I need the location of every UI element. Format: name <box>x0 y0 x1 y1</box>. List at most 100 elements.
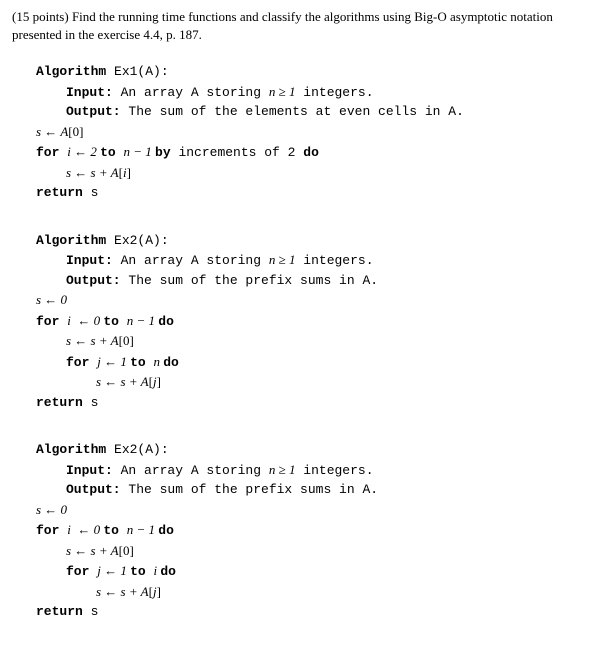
algorithm-ex1: Algorithm Ex1(A): Input: An array A stor… <box>36 62 602 203</box>
for-keyword: for <box>36 523 67 538</box>
input-line: Input: An array A storing n ≥ 1 integers… <box>66 460 602 481</box>
code-line-2: for i ← 2 to n − 1 by increments of 2 do <box>36 142 602 163</box>
return-keyword: return <box>36 185 83 200</box>
output-text: The sum of the prefix sums in A. <box>121 482 378 497</box>
input-keyword: Input: <box>66 463 113 478</box>
algorithm-name: Ex2(A): <box>106 233 168 248</box>
loop-arrow: ← 2 <box>71 144 100 159</box>
output-text: The sum of the prefix sums in A. <box>121 273 378 288</box>
code-math: s ← s + A <box>66 333 119 348</box>
code-math: s ← s + A <box>96 374 149 389</box>
input-keyword: Input: <box>66 85 113 100</box>
for-keyword: for <box>66 564 97 579</box>
input-text: An array A storing <box>113 253 269 268</box>
algorithm-name: Ex2(A): <box>106 442 168 457</box>
to-keyword: to <box>103 523 126 538</box>
loop-end: n − 1 <box>127 313 159 328</box>
code-line-3: s ← s + A[0] <box>66 541 602 562</box>
loop-arrow: ← 1 <box>101 563 130 578</box>
code-math: s ← 0 <box>36 292 67 307</box>
output-keyword: Output: <box>66 482 121 497</box>
question-text-1: Find the running time functions and clas… <box>69 9 553 24</box>
input-text2: integers. <box>295 253 373 268</box>
loop-end: n <box>154 354 164 369</box>
code-line-3: s ← s + A[0] <box>66 331 602 352</box>
code-line-2: for i ← 0 to n − 1 do <box>36 520 602 541</box>
do-keyword: do <box>303 145 319 160</box>
loop-end: i <box>154 563 161 578</box>
input-math: n ≥ 1 <box>269 462 296 477</box>
return-keyword: return <box>36 395 83 410</box>
input-keyword: Input: <box>66 253 113 268</box>
algorithm-ex2-b: Algorithm Ex2(A): Input: An array A stor… <box>36 440 602 622</box>
code-math: s ← s + A <box>96 584 149 599</box>
to-keyword: to <box>103 314 126 329</box>
code-math: s ← s + A <box>66 543 119 558</box>
code-line-5: s ← s + A[j] <box>96 372 602 393</box>
increments-text: increments of 2 <box>171 145 304 160</box>
question-text-2: presented in the exercise 4.4, p. 187. <box>12 27 202 42</box>
to-keyword: to <box>130 355 153 370</box>
algorithm-name: Ex1(A): <box>106 64 168 79</box>
input-line: Input: An array A storing n ≥ 1 integers… <box>66 82 602 103</box>
return-var: s <box>83 185 99 200</box>
loop-end: n − 1 <box>127 522 159 537</box>
algo-header: Algorithm Ex2(A): <box>36 440 602 460</box>
code-line-1: s ← 0 <box>36 290 602 311</box>
for-keyword: for <box>36 145 67 160</box>
code-line-1: s ← 0 <box>36 500 602 521</box>
points-label: (15 points) <box>12 9 69 24</box>
do-keyword: do <box>163 355 179 370</box>
output-line: Output: The sum of the prefix sums in A. <box>66 271 602 291</box>
output-keyword: Output: <box>66 273 121 288</box>
question-intro: (15 points) Find the running time functi… <box>12 8 602 44</box>
do-keyword: do <box>158 314 174 329</box>
input-text: An array A storing <box>113 85 269 100</box>
algorithm-keyword: Algorithm <box>36 233 106 248</box>
for-keyword: for <box>36 314 67 329</box>
code-line-6: return s <box>36 393 602 413</box>
code-math: s ← A <box>36 124 68 139</box>
output-text: The sum of the elements at even cells in… <box>121 104 464 119</box>
algo-header: Algorithm Ex1(A): <box>36 62 602 82</box>
code-bracket: [0] <box>68 124 83 139</box>
to-keyword: to <box>130 564 153 579</box>
code-math: s ← s + A <box>66 165 119 180</box>
output-keyword: Output: <box>66 104 121 119</box>
to-keyword: to <box>100 145 123 160</box>
code-line-1: s ← A[0] <box>36 122 602 143</box>
code-bracket: ] <box>157 374 161 389</box>
code-math: s ← 0 <box>36 502 67 517</box>
algorithm-keyword: Algorithm <box>36 64 106 79</box>
by-keyword: by <box>155 145 171 160</box>
algo-header: Algorithm Ex2(A): <box>36 231 602 251</box>
output-line: Output: The sum of the prefix sums in A. <box>66 480 602 500</box>
for-keyword: for <box>66 355 97 370</box>
output-line: Output: The sum of the elements at even … <box>66 102 602 122</box>
loop-rest: i ← 0 <box>67 313 103 328</box>
algorithm-keyword: Algorithm <box>36 442 106 457</box>
input-text2: integers. <box>295 463 373 478</box>
loop-end: n − 1 <box>124 144 156 159</box>
code-bracket: ] <box>157 584 161 599</box>
input-line: Input: An array A storing n ≥ 1 integers… <box>66 250 602 271</box>
code-line-4: for j ← 1 to i do <box>66 561 602 582</box>
input-text: An array A storing <box>113 463 269 478</box>
do-keyword: do <box>160 564 176 579</box>
loop-rest: i ← 0 <box>67 522 103 537</box>
code-line-2: for i ← 0 to n − 1 do <box>36 311 602 332</box>
return-var: s <box>83 395 99 410</box>
return-keyword: return <box>36 604 83 619</box>
code-line-6: return s <box>36 602 602 622</box>
code-line-3: s ← s + A[i] <box>66 163 602 184</box>
return-var: s <box>83 604 99 619</box>
loop-arrow: ← 1 <box>101 354 130 369</box>
input-math: n ≥ 1 <box>269 84 296 99</box>
do-keyword: do <box>158 523 174 538</box>
code-line-4: for j ← 1 to n do <box>66 352 602 373</box>
input-math: n ≥ 1 <box>269 252 296 267</box>
code-bracket: [0] <box>119 543 134 558</box>
code-bracket: ] <box>127 165 131 180</box>
algorithm-ex2-a: Algorithm Ex2(A): Input: An array A stor… <box>36 231 602 413</box>
input-text2: integers. <box>295 85 373 100</box>
